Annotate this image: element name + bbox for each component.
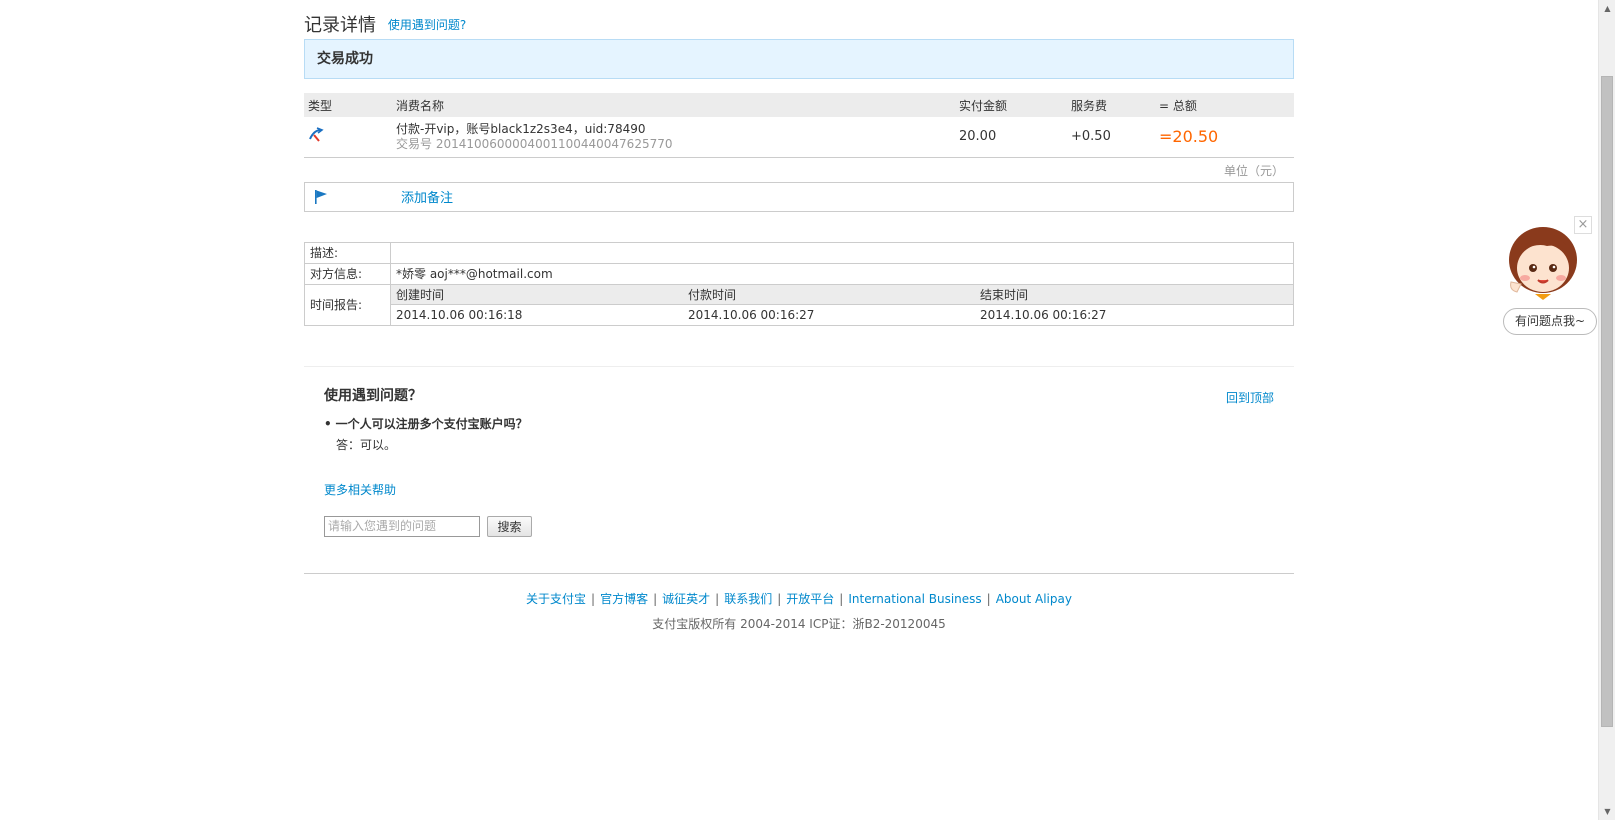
info-table: 描述: 对方信息: *娇零 aoj***@hotmail.com 时间报告: 创… — [304, 241, 1294, 326]
trade-number: 交易号 2014100600004001100440047625770 — [396, 136, 673, 151]
scroll-up-icon[interactable]: ▲ — [1599, 0, 1615, 17]
transaction-table: 类型 消费名称 实付金额 服务费 = 总额 付款-开vip，账号black1z2… — [304, 93, 1294, 158]
type-cell — [304, 117, 392, 158]
scroll-down-icon[interactable]: ▼ — [1599, 803, 1615, 820]
page-header: 记录详情 使用遇到问题? — [304, 0, 1294, 36]
paid-time-header: 付款时间 — [683, 284, 975, 305]
name-cell: 付款-开vip，账号black1z2s3e4，uid:78490 交易号 201… — [392, 117, 955, 158]
help-search-input[interactable] — [324, 515, 480, 537]
separator: | — [591, 591, 596, 606]
separator: | — [986, 591, 991, 606]
footer-link-about[interactable]: 关于支付宝 — [526, 592, 586, 606]
table-row: 付款-开vip，账号black1z2s3e4，uid:78490 交易号 201… — [304, 117, 1294, 158]
copyright: 支付宝版权所有 2004-2014 ICP证：浙B2-20120045 — [652, 616, 946, 631]
separator: | — [777, 591, 782, 606]
paid-time: 2014.10.06 00:16:27 — [688, 307, 815, 322]
footer: 关于支付宝 | 官方博客 | 诚征英才 | 联系我们 | 开放平台 | International … — [304, 572, 1294, 632]
mascot-avatar-icon[interactable] — [1507, 224, 1579, 304]
footer-link-international[interactable]: International Business — [848, 592, 981, 606]
info-row-desc: 描述: — [304, 241, 1294, 264]
col-fee: 服务费 — [1067, 93, 1155, 117]
record-detail-page: 记录详情 使用遇到问题? 交易成功 类型 消费名称 实付金额 服务费 = 总额 — [304, 0, 1294, 632]
help-section: 使用遇到问题？ 回到顶部 • 一个人可以注册多个支付宝账户吗？ 答：可以。 更多相… — [304, 367, 1294, 573]
col-type: 类型 — [304, 93, 392, 117]
footer-link-contact[interactable]: 联系我们 — [724, 592, 772, 606]
party-label: 对方信息: — [304, 262, 391, 285]
separator: | — [653, 591, 658, 606]
faq-question[interactable]: • 一个人可以注册多个支付宝账户吗？ — [324, 415, 1274, 432]
faq-answer: 答：可以。 — [336, 437, 397, 452]
scrollbar-thumb[interactable] — [1601, 76, 1613, 727]
time-label: 时间报告: — [304, 283, 391, 326]
unit-note: 单位（元） — [1223, 163, 1284, 178]
back-to-top-link[interactable]: 回到顶部 — [1226, 389, 1274, 406]
vertical-scrollbar[interactable]: ▲ ▼ — [1598, 0, 1615, 820]
footer-link-open-platform[interactable]: 开放平台 — [786, 592, 834, 606]
info-row-time: 时间报告: 创建时间 付款时间 结束时间 2014.10.06 00:16:18… — [304, 283, 1294, 326]
time-value-row: 2014.10.06 00:16:18 2014.10.06 00:16:27 … — [391, 305, 1293, 325]
desc-label: 描述: — [304, 241, 391, 264]
status-banner: 交易成功 — [304, 39, 1294, 79]
transaction-table-header: 类型 消费名称 实付金额 服务费 = 总额 — [304, 93, 1294, 117]
alipay-transfer-icon — [309, 127, 324, 142]
search-button[interactable]: 搜索 — [487, 515, 532, 537]
end-time: 2014.10.06 00:16:27 — [980, 307, 1107, 322]
created-time-header: 创建时间 — [391, 284, 683, 305]
help-link[interactable]: 使用遇到问题? — [388, 18, 466, 32]
created-time: 2014.10.06 00:16:18 — [396, 307, 523, 322]
more-help-link[interactable]: 更多相关帮助 — [324, 481, 1274, 498]
faq-question-text: 一个人可以注册多个支付宝账户吗？ — [335, 416, 528, 431]
party-value: *娇零 aoj***@hotmail.com — [390, 262, 1294, 285]
help-search: 搜索 — [324, 515, 1274, 537]
add-memo-link[interactable]: 添加备注 — [401, 187, 453, 206]
transaction-name: 付款-开vip，账号black1z2s3e4，uid:78490 — [396, 121, 646, 136]
separator: | — [839, 591, 844, 606]
col-paid: 实付金额 — [955, 93, 1067, 117]
time-cell: 创建时间 付款时间 结束时间 2014.10.06 00:16:18 2014.… — [390, 283, 1294, 326]
page-title: 记录详情 — [304, 15, 376, 36]
bullet-icon: • — [324, 416, 332, 431]
service-fee: +0.50 — [1067, 117, 1155, 158]
flag-icon — [315, 189, 327, 204]
memo-row: 添加备注 — [304, 181, 1294, 212]
help-title: 使用遇到问题？ — [324, 387, 422, 404]
paid-amount: 20.00 — [955, 117, 1067, 158]
time-header-row: 创建时间 付款时间 结束时间 — [391, 284, 1293, 305]
col-total: = 总额 — [1155, 93, 1294, 117]
info-row-party: 对方信息: *娇零 aoj***@hotmail.com — [304, 262, 1294, 285]
total-amount: =20.50 — [1155, 117, 1294, 158]
footer-link-jobs[interactable]: 诚征英才 — [662, 592, 710, 606]
end-time-header: 结束时间 — [975, 284, 1293, 305]
help-bubble[interactable]: 有问题点我~ — [1503, 308, 1597, 335]
footer-links: 关于支付宝 | 官方博客 | 诚征英才 | 联系我们 | 开放平台 | International … — [304, 590, 1294, 607]
separator: | — [715, 591, 720, 606]
desc-value — [390, 241, 1294, 264]
time-report-table: 创建时间 付款时间 结束时间 2014.10.06 00:16:18 2014.… — [391, 284, 1293, 325]
footer-link-about-alipay[interactable]: About Alipay — [996, 592, 1072, 606]
col-name: 消费名称 — [392, 93, 955, 117]
footer-link-blog[interactable]: 官方博客 — [600, 592, 648, 606]
